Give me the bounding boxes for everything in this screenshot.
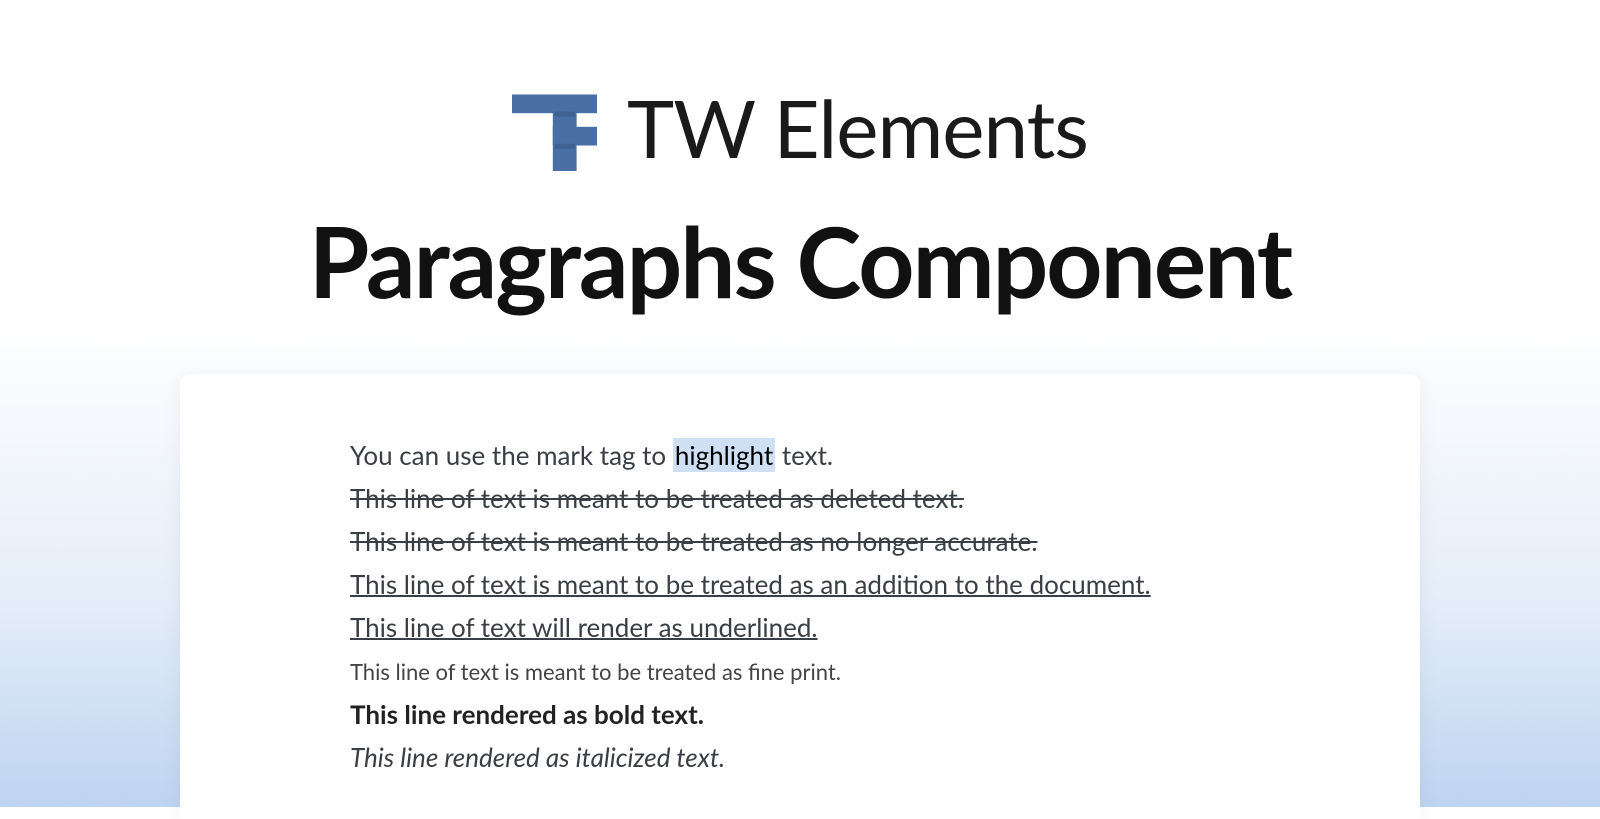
inserted-text-example: This line of text is meant to be treated… <box>350 563 1250 606</box>
mark-after-text: text. <box>775 439 833 471</box>
example-card: You can use the mark tag to highlight te… <box>180 374 1420 819</box>
italic-text-example: This line rendered as italicized text. <box>350 736 1250 779</box>
underlined-text-example: This line of text will render as underli… <box>350 606 1250 649</box>
header: TW Elements <box>0 0 1600 176</box>
brand-name: TW Elements <box>627 80 1088 176</box>
brand-logo-icon <box>512 86 597 171</box>
mark-before-text: You can use the mark tag to <box>350 439 673 471</box>
mark-example: You can use the mark tag to highlight te… <box>350 434 1250 477</box>
bold-text-example: This line rendered as bold text. <box>350 693 1250 736</box>
deleted-text-example: This line of text is meant to be treated… <box>350 477 1250 520</box>
inaccurate-text-example: This line of text is meant to be treated… <box>350 520 1250 563</box>
highlighted-text: highlight <box>673 438 775 472</box>
small-text-example: This line of text is meant to be treated… <box>350 654 1250 690</box>
page-title: Paragraphs Component <box>0 201 1600 319</box>
